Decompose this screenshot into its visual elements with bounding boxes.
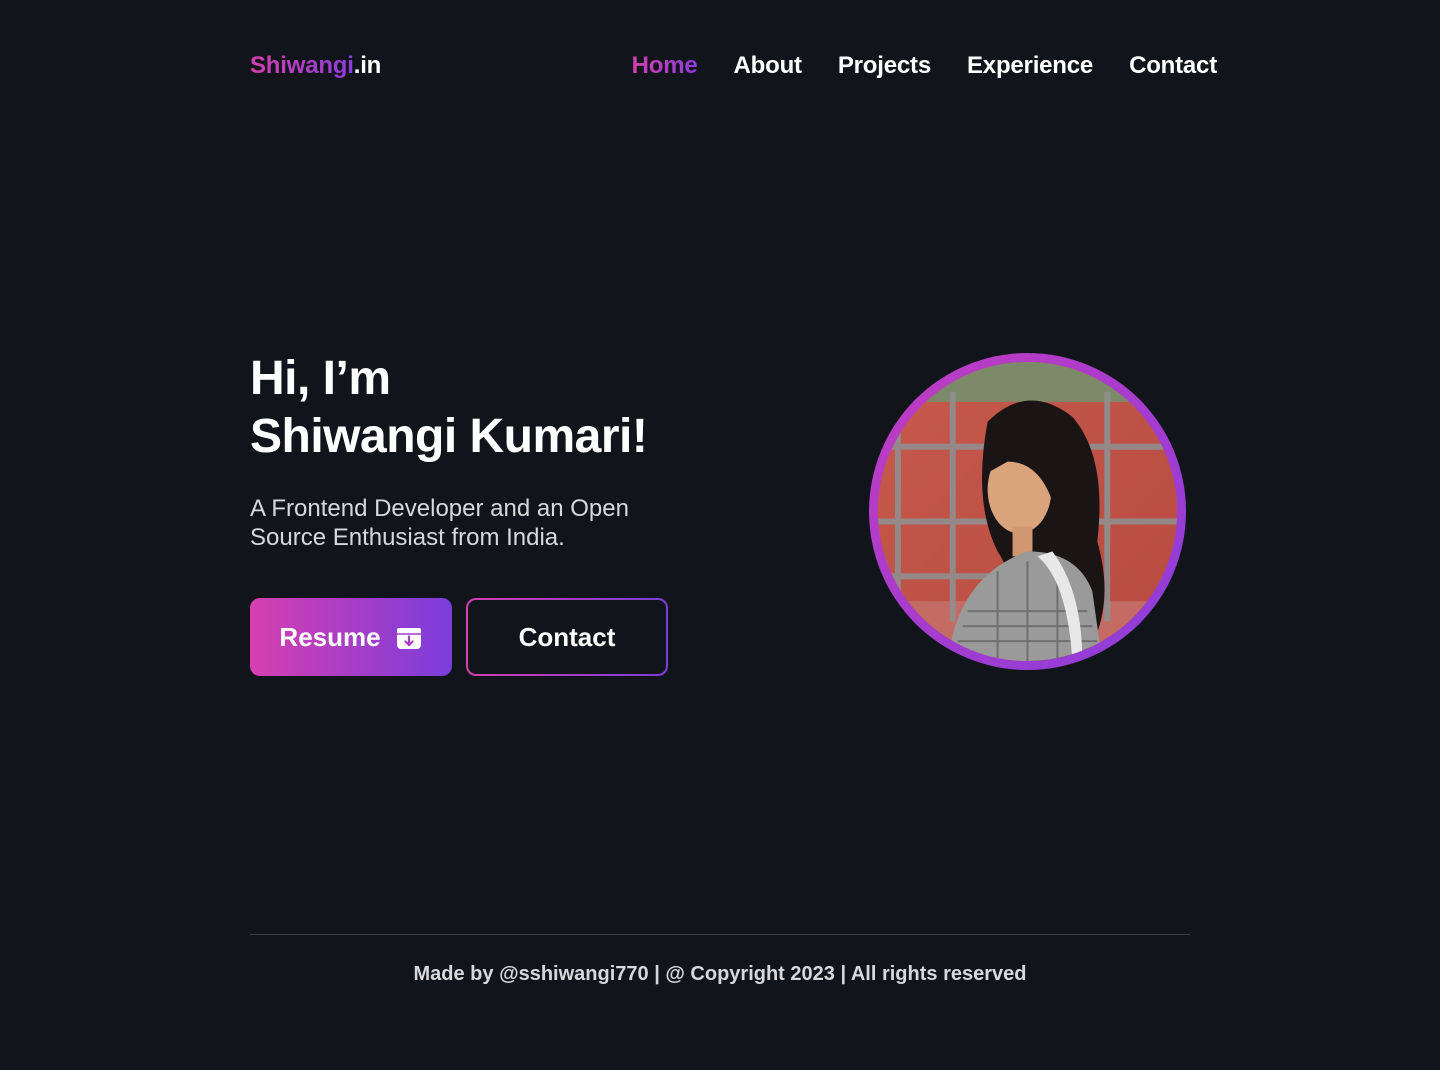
hero-greeting: Hi, I’m: [250, 352, 391, 405]
site-header: Shiwangi.in Home About Projects Experien…: [250, 44, 1217, 88]
main-nav: Home About Projects Experience Contact: [632, 52, 1218, 80]
nav-home[interactable]: Home: [632, 52, 698, 80]
profile-photo-illustration: [878, 362, 1177, 661]
hero-section: Hi, I’m Shiwangi Kumari! A Frontend Deve…: [250, 350, 770, 676]
footer-divider: [250, 934, 1190, 935]
hero-buttons: Resume Contact: [250, 598, 770, 676]
nav-about[interactable]: About: [734, 52, 803, 80]
download-icon: [396, 628, 421, 649]
resume-button[interactable]: Resume: [250, 598, 452, 676]
nav-contact[interactable]: Contact: [1129, 52, 1217, 80]
footer-copyright: Made by @sshiwangi770 | @ Copyright 2023…: [413, 963, 1027, 985]
resume-button-label: Resume: [279, 621, 381, 652]
hero-tagline: A Frontend Developer and an Open Source …: [250, 495, 629, 551]
portfolio-page: Shiwangi.in Home About Projects Experien…: [0, 0, 1440, 1070]
avatar-frame: [869, 353, 1186, 670]
site-logo[interactable]: Shiwangi.in: [250, 52, 381, 80]
nav-projects[interactable]: Projects: [838, 52, 931, 80]
logo-tld: .in: [353, 52, 382, 79]
hero-name: Shiwangi Kumari!: [250, 410, 648, 463]
nav-experience[interactable]: Experience: [967, 52, 1093, 80]
profile-photo: [878, 362, 1177, 661]
hero-heading: Hi, I’m Shiwangi Kumari!: [250, 350, 770, 466]
contact-button[interactable]: Contact: [466, 598, 668, 676]
logo-brand: Shiwangi: [250, 52, 354, 79]
